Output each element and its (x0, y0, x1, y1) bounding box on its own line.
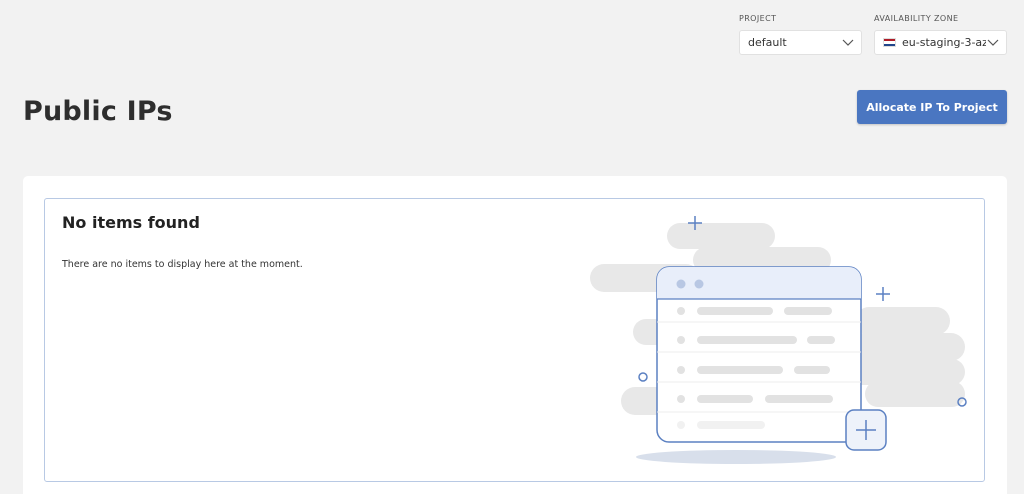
availability-zone-label: AVAILABILITY ZONE (874, 14, 959, 23)
content-card: No items found There are no items to dis… (23, 176, 1007, 494)
availability-zone-selector: AVAILABILITY ZONE eu-staging-3-az (874, 14, 1007, 55)
project-label: PROJECT (739, 14, 777, 23)
project-selector: PROJECT default (739, 14, 862, 55)
project-value: default (748, 36, 787, 49)
empty-state-title: No items found (62, 213, 200, 232)
chevron-down-icon (986, 36, 1000, 50)
availability-zone-value: eu-staging-3-az (902, 36, 986, 49)
project-dropdown[interactable]: default (739, 30, 862, 55)
page-title: Public IPs (23, 96, 173, 127)
netherlands-flag-icon (883, 38, 896, 47)
empty-state-message: There are no items to display here at th… (62, 259, 303, 270)
chevron-down-icon (841, 36, 855, 50)
availability-zone-dropdown[interactable]: eu-staging-3-az (874, 30, 1007, 55)
allocate-ip-button[interactable]: Allocate IP To Project (857, 90, 1007, 124)
empty-state-panel: No items found There are no items to dis… (44, 198, 985, 482)
empty-list-illustration (590, 216, 967, 464)
